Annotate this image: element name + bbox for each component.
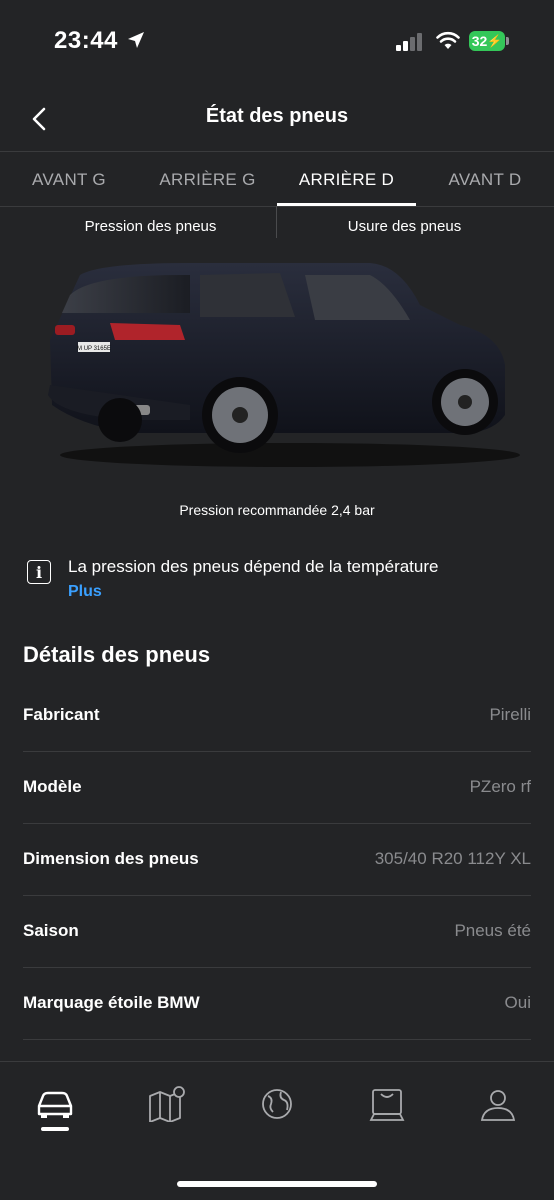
battery-indicator: 32 ⚡: [469, 31, 505, 51]
detail-label: Marquage étoile BMW: [23, 993, 200, 1012]
detail-label: Dimension des pneus: [23, 849, 199, 868]
subtab-usure[interactable]: Usure des pneus: [266, 218, 543, 235]
more-link[interactable]: Plus: [68, 583, 102, 601]
subtab-pression[interactable]: Pression des pneus: [12, 218, 289, 235]
location-arrow-icon: [128, 32, 144, 48]
tab-avant-d[interactable]: AVANT D: [416, 170, 554, 190]
tab-arriere-g[interactable]: ARRIÈRE G: [138, 170, 277, 190]
battery-cap: [506, 37, 509, 45]
detail-value: PZero rf: [469, 777, 531, 796]
detail-value: Oui: [504, 993, 531, 1012]
detail-row-modele: Modèle PZero rf: [23, 751, 531, 824]
recommended-pressure: Pression recommandée 2,4 bar: [179, 502, 375, 518]
battery-level: 32: [471, 33, 488, 49]
detail-row-saison: Saison Pneus été: [23, 895, 531, 968]
car-icon[interactable]: [35, 1086, 75, 1122]
tab-arriere-d[interactable]: ARRIÈRE D: [277, 170, 416, 190]
detail-value: Pneus été: [454, 921, 531, 940]
detail-row-marquage: Marquage étoile BMW Oui: [23, 967, 531, 1040]
info-icon: i: [27, 560, 51, 584]
tabs-divider: [0, 206, 554, 207]
nav-active-indicator: [41, 1127, 69, 1131]
shop-icon[interactable]: [367, 1086, 407, 1122]
wifi-icon: [436, 31, 460, 49]
info-text: La pression des pneus dépend de la tempé…: [68, 557, 439, 576]
details-title: Détails des pneus: [23, 642, 211, 667]
header-divider: [0, 151, 554, 152]
detail-label: Saison: [23, 921, 79, 940]
globe-icon[interactable]: [257, 1086, 297, 1122]
detail-row-dimension: Dimension des pneus 305/40 R20 112Y XL: [23, 823, 531, 896]
profile-icon[interactable]: [478, 1086, 518, 1122]
charging-bolt-icon: ⚡: [487, 34, 503, 48]
nav-divider: [0, 1061, 554, 1062]
detail-value: 305/40 R20 112Y XL: [374, 849, 531, 868]
tab-avant-g[interactable]: AVANT G: [0, 170, 138, 190]
detail-label: Fabricant: [23, 705, 100, 724]
map-icon[interactable]: [146, 1086, 186, 1122]
detail-label: Modèle: [23, 777, 82, 796]
vehicle-image: M UP 3165E: [48, 263, 520, 467]
detail-value: Pirelli: [489, 705, 531, 724]
home-indicator[interactable]: [177, 1181, 377, 1187]
license-plate: M UP 3165E: [77, 346, 111, 352]
page-title: État des pneus: [205, 105, 349, 127]
detail-row-fabricant: Fabricant Pirelli: [23, 679, 531, 752]
status-time: 23:44: [54, 27, 118, 54]
cellular-signal-icon: [396, 33, 422, 51]
